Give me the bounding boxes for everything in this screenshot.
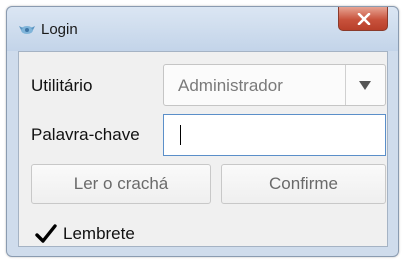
user-select-value: Administrador [178,76,283,95]
chevron-down-icon[interactable] [345,65,385,105]
remember-checkbox[interactable]: Lembrete [35,222,135,246]
window-title: Login [41,21,78,38]
text-caret [180,125,181,145]
close-icon [357,13,371,25]
close-button[interactable] [338,7,388,31]
user-label: Utilitário [31,76,93,95]
login-form: Utilitário Administrador Palavra-chave L… [18,51,388,247]
title-bar[interactable]: Login [7,7,398,51]
user-select[interactable]: Administrador [163,64,386,106]
app-icon [19,23,35,37]
confirm-button[interactable]: Confirme [221,164,386,204]
read-badge-button[interactable]: Ler o crachá [31,164,211,204]
password-field[interactable] [163,114,386,156]
remember-label: Lembrete [63,224,135,243]
login-window: Login Utilitário Administrador Palavra-c… [6,6,399,257]
password-label: Palavra-chave [31,125,140,144]
checkmark-icon [35,224,57,243]
